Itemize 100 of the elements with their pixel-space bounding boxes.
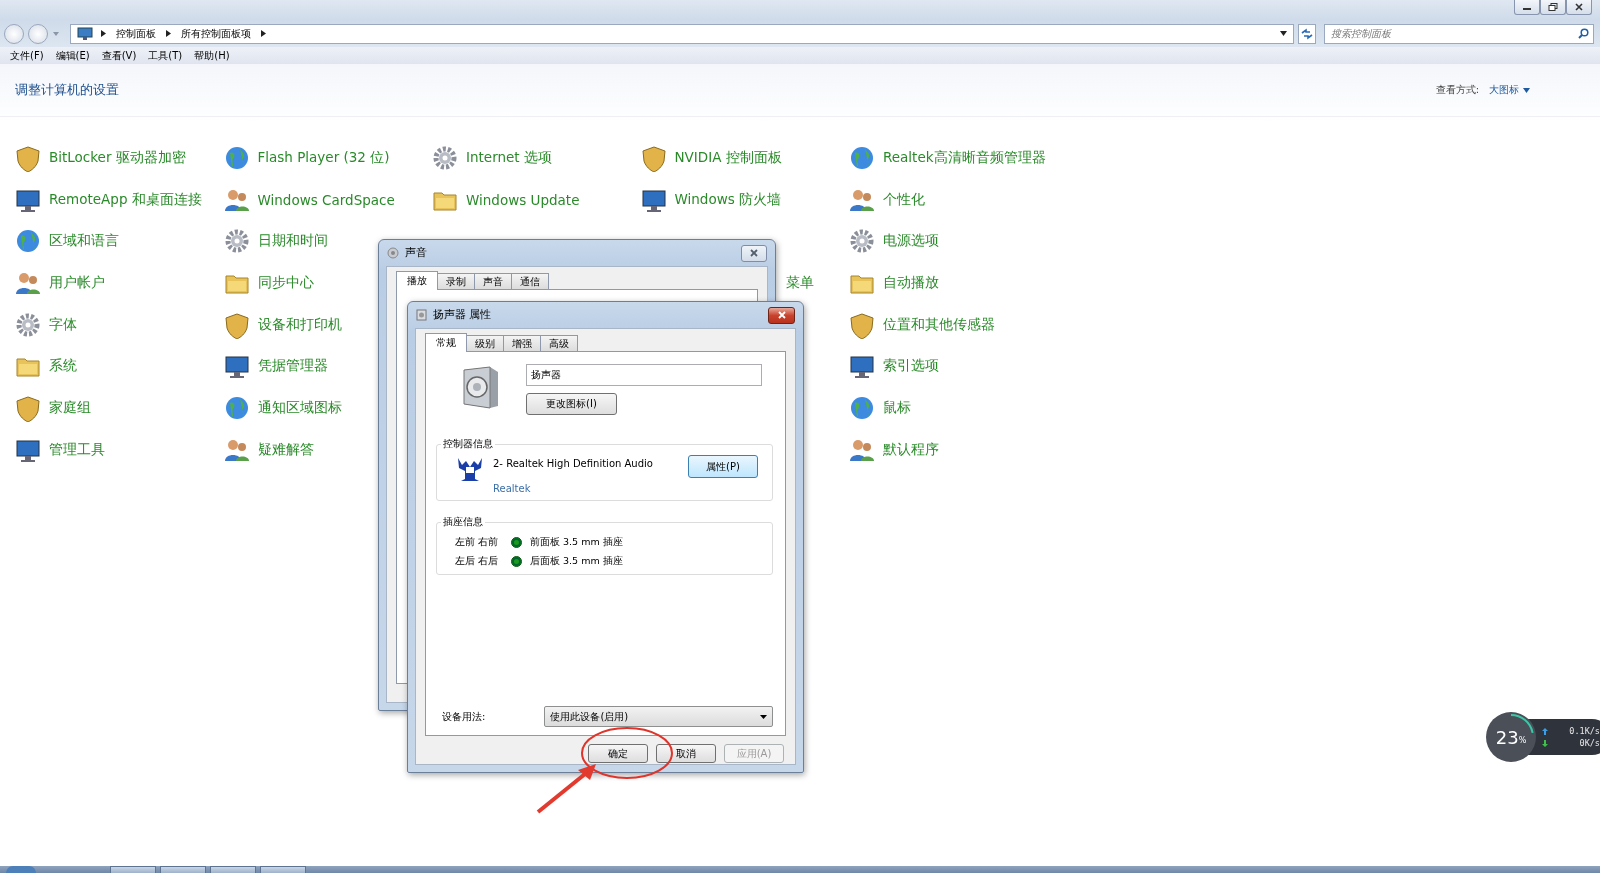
caret-icon[interactable] xyxy=(760,714,767,719)
control-panel-link[interactable]: 区域和语言 xyxy=(14,220,119,263)
control-panel-link[interactable]: Windows CardSpace xyxy=(222,178,395,221)
control-panel-link[interactable]: NVIDIA 控制面板 xyxy=(639,137,782,179)
dialog-button[interactable]: 取消 xyxy=(656,744,716,763)
tab[interactable]: 播放 xyxy=(396,271,438,290)
control-panel-link[interactable]: 索引选项 xyxy=(848,345,939,388)
jack-indicator xyxy=(511,537,522,548)
control-panel-link[interactable]: 个性化 xyxy=(848,178,925,221)
control-panel-link[interactable]: 系统 xyxy=(14,345,77,388)
upload-arrow-icon xyxy=(1542,727,1548,735)
menu-item[interactable]: 帮助(H) xyxy=(188,48,236,63)
menu-item[interactable]: 文件(F) xyxy=(4,48,50,63)
search-field[interactable]: 搜索控制面板 xyxy=(1324,23,1594,44)
minimize-button[interactable] xyxy=(1514,0,1540,15)
menu-item[interactable]: 查看(V) xyxy=(95,48,143,63)
annotation-arrow xyxy=(536,764,596,814)
chevron-icon[interactable] xyxy=(261,30,266,37)
control-panel-link[interactable]: 通知区域图标 xyxy=(222,387,342,429)
control-panel-link[interactable]: 用户帐户 xyxy=(14,262,105,304)
start-button[interactable] xyxy=(6,866,36,873)
group-title: 插座信息 xyxy=(442,515,484,529)
chevron-icon[interactable] xyxy=(101,30,106,37)
control-panel-link[interactable]: 字体 xyxy=(14,303,77,346)
tab[interactable]: 级别 xyxy=(466,335,504,351)
control-panel-link[interactable]: BitLocker 驱动器加密 xyxy=(14,137,186,179)
caret-icon[interactable] xyxy=(1523,87,1530,93)
control-panel-link[interactable]: 位置和其他传感器 xyxy=(848,303,995,346)
change-icon-button[interactable]: 更改图标(I) xyxy=(526,393,617,415)
breadcrumb-item[interactable]: 所有控制面板项 xyxy=(179,26,253,41)
control-panel-link[interactable]: 疑难解答 xyxy=(222,428,314,471)
close-button[interactable] xyxy=(1566,0,1592,15)
control-panel-link[interactable]: 设备和打印机 xyxy=(222,303,342,346)
breadcrumb-item[interactable]: 控制面板 xyxy=(114,26,158,41)
chevron-icon[interactable] xyxy=(166,30,171,37)
taskbar-button[interactable] xyxy=(260,866,306,873)
shield-icon xyxy=(222,310,251,339)
search-icon[interactable] xyxy=(1578,27,1589,39)
control-panel-link[interactable]: Flash Player (32 位) xyxy=(222,137,390,179)
control-panel-link[interactable]: 凭据管理器 xyxy=(222,345,328,388)
usage-label: 设备用法: xyxy=(442,709,487,724)
tab[interactable]: 声音 xyxy=(474,273,512,289)
monitor-icon xyxy=(77,26,93,41)
shield-icon xyxy=(14,393,42,422)
cpu-unit: % xyxy=(1518,735,1527,745)
download-speed: 0K/s xyxy=(1579,738,1600,748)
control-panel-link[interactable]: 默认程序 xyxy=(848,428,939,471)
control-panel-link[interactable]: RemoteApp 和桌面连接 xyxy=(14,178,202,221)
usage-dropdown[interactable]: 使用此设备(启用) xyxy=(544,706,773,727)
properties-button[interactable]: 属性(P) xyxy=(688,455,758,478)
control-panel-link[interactable]: Internet 选项 xyxy=(431,137,552,179)
dropdown-arrow-icon[interactable] xyxy=(1280,31,1287,36)
cpu-meter xyxy=(1486,712,1536,762)
menu-item[interactable]: 工具(T) xyxy=(142,48,189,63)
view-by-label: 查看方式: xyxy=(1435,83,1479,97)
close-button[interactable] xyxy=(768,306,795,324)
group-title: 控制器信息 xyxy=(442,437,494,451)
control-panel-link[interactable]: 管理工具 xyxy=(14,428,105,471)
tab[interactable]: 高级 xyxy=(540,335,578,351)
address-bar[interactable]: 控制面板 所有控制面板项 xyxy=(70,23,1294,44)
device-name: 2- Realtek High Definition Audio xyxy=(493,458,654,469)
channel-label: 左前 右前 xyxy=(455,536,500,549)
control-panel-link[interactable]: 电源选项 xyxy=(848,220,939,263)
control-panel-link[interactable]: 日期和时间 xyxy=(222,220,328,263)
tab[interactable]: 通信 xyxy=(511,273,549,289)
close-icon[interactable] xyxy=(749,249,759,257)
control-panel-link[interactable]: 自动播放 xyxy=(848,262,939,304)
control-panel-link[interactable]: 家庭组 xyxy=(14,387,91,429)
control-panel-link[interactable]: Windows Update xyxy=(431,178,580,221)
restore-button[interactable] xyxy=(1540,0,1566,15)
shield-icon xyxy=(14,143,42,172)
dialog-title: 扬声器 属性 xyxy=(433,308,492,322)
jack-label: 前面板 3.5 mm 插座 xyxy=(530,536,623,549)
shield-icon xyxy=(639,143,668,172)
page-heading: 调整计算机的设置 xyxy=(15,81,119,99)
control-panel-link[interactable]: 同步中心 xyxy=(222,262,314,304)
dialog-button[interactable]: 确定 xyxy=(588,744,648,763)
name-field[interactable]: 扬声器 xyxy=(526,364,762,386)
upload-speed: 0.1K/s xyxy=(1569,726,1600,736)
tab[interactable]: 增强 xyxy=(503,335,541,351)
refresh-button[interactable] xyxy=(1298,23,1316,44)
tab[interactable]: 常规 xyxy=(425,333,467,352)
tab[interactable]: 录制 xyxy=(437,273,475,289)
taskbar-button[interactable] xyxy=(210,866,256,873)
taskbar-button[interactable] xyxy=(110,866,156,873)
jack-indicator xyxy=(511,556,522,567)
view-mode-link[interactable]: 大图标 xyxy=(1489,83,1530,97)
control-panel-link[interactable]: 菜单 xyxy=(785,262,814,304)
vendor-name: Realtek xyxy=(493,483,532,494)
channel-label: 左后 右后 xyxy=(455,555,500,568)
restore-icon[interactable] xyxy=(1548,3,1558,11)
close-button[interactable] xyxy=(741,244,767,262)
close-icon[interactable] xyxy=(1574,3,1584,11)
menu-item[interactable]: 编辑(E) xyxy=(49,48,96,63)
control-panel-link[interactable]: Realtek高清晰音频管理器 xyxy=(848,137,1046,179)
taskbar-button[interactable] xyxy=(160,866,206,873)
control-panel-link[interactable]: 鼠标 xyxy=(848,387,911,429)
shield-icon xyxy=(848,310,876,339)
dialog-title: 声音 xyxy=(405,246,427,260)
control-panel-link[interactable]: Windows 防火墙 xyxy=(639,178,782,221)
